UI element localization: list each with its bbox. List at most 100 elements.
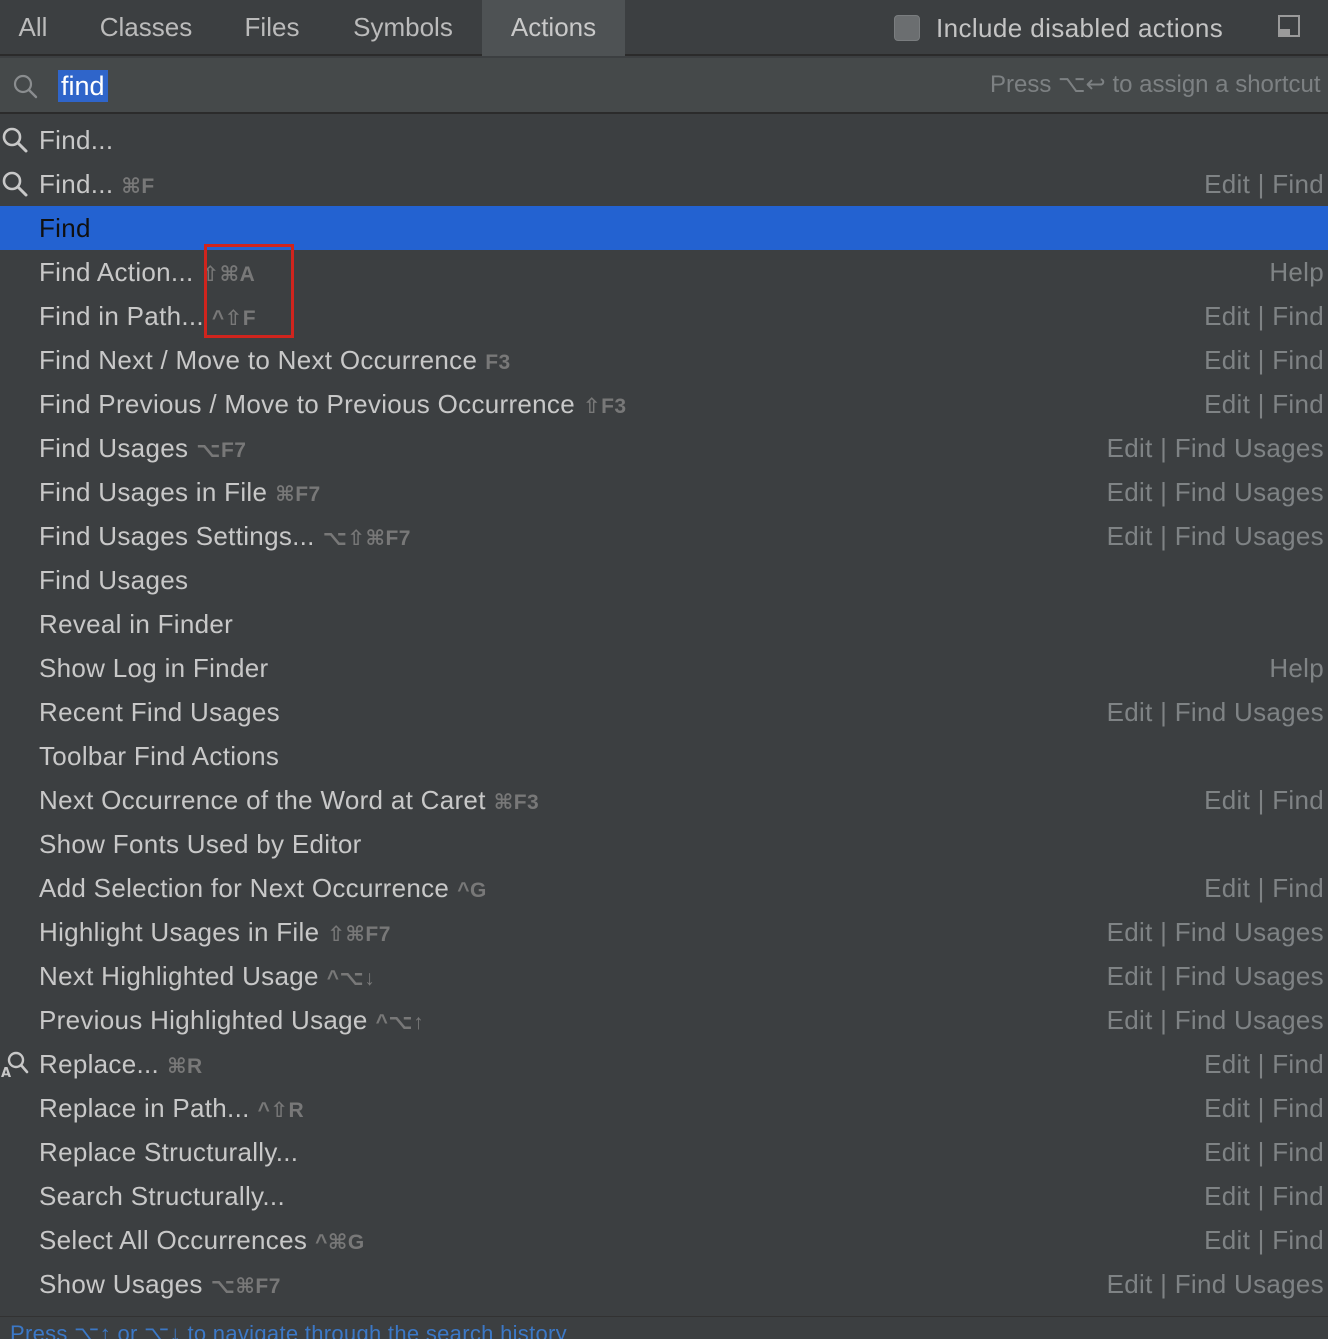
result-group: Edit | Find bbox=[1204, 301, 1324, 331]
result-name: Recent Find Usages bbox=[39, 697, 280, 727]
result-name: Find Next / Move to Next Occurrence bbox=[39, 345, 478, 375]
result-main: Select All Occurrences ^⌘G bbox=[39, 1218, 365, 1262]
search-icon bbox=[1, 170, 29, 198]
result-shortcut: ^⌥↑ bbox=[375, 1011, 425, 1034]
result-name: Highlight Usages in File bbox=[39, 917, 320, 947]
result-main: Search Structurally... bbox=[39, 1174, 285, 1218]
result-main: Show Usages ⌥⌘F7 bbox=[39, 1262, 281, 1306]
result-row[interactable]: Next Highlighted Usage ^⌥↓ Edit | Find Usa… bbox=[0, 954, 1328, 998]
tab-files[interactable]: Files bbox=[228, 0, 316, 56]
result-group: Edit | Find Usages bbox=[1106, 961, 1324, 991]
result-row[interactable]: Find Action... ⇧⌘A Help bbox=[0, 250, 1328, 294]
result-name: Find... bbox=[39, 169, 114, 199]
result-row[interactable]: Find Usages ⌥F7 Edit | Find Usages bbox=[0, 426, 1328, 470]
result-name: Select All Occurrences bbox=[39, 1225, 308, 1255]
result-main: Find Action... ⇧⌘A bbox=[39, 250, 255, 294]
search-icon bbox=[13, 74, 38, 99]
result-group: Edit | Find bbox=[1204, 1093, 1324, 1123]
result-row[interactable]: Find Usages bbox=[0, 558, 1328, 602]
footer: Press ⌥↑ or ⌥↓ to navigate through the s… bbox=[0, 1316, 1328, 1339]
result-main: Find... bbox=[39, 118, 113, 162]
result-shortcut: ⌥⇧⌘F7 bbox=[322, 527, 411, 550]
result-row[interactable]: Find bbox=[0, 206, 1328, 250]
result-group: Help bbox=[1269, 257, 1324, 287]
result-name: Find Usages in File bbox=[39, 477, 268, 507]
result-name: Previous Highlighted Usage bbox=[39, 1005, 368, 1035]
result-group: Edit | Find bbox=[1204, 1137, 1324, 1167]
result-shortcut: ⌘F7 bbox=[275, 483, 321, 506]
search-row: find Press ⌥↩ to assign a shortcut bbox=[0, 58, 1328, 114]
result-main: Find Previous / Move to Previous Occurre… bbox=[39, 382, 627, 426]
include-disabled-option[interactable]: Include disabled actions bbox=[894, 0, 1223, 56]
result-name: Add Selection for Next Occurrence bbox=[39, 873, 450, 903]
result-group: Edit | Find Usages bbox=[1106, 433, 1324, 463]
result-name: Find Action... bbox=[39, 257, 194, 287]
result-name: Find bbox=[39, 213, 91, 243]
result-name: Replace Structurally... bbox=[39, 1137, 299, 1167]
result-main: Next Occurrence of the Word at Caret ⌘F3 bbox=[39, 778, 539, 822]
result-main: Find... ⌘F bbox=[39, 162, 155, 206]
tab-actions[interactable]: Actions bbox=[482, 0, 625, 56]
result-row[interactable]: Replace Structurally... Edit | Find bbox=[0, 1130, 1328, 1174]
result-row[interactable]: Previous Highlighted Usage ^⌥↑ Edit | Find… bbox=[0, 998, 1328, 1042]
result-row[interactable]: Replace in Path... ^⇧R Edit | Find bbox=[0, 1086, 1328, 1130]
result-main: Find Usages bbox=[39, 558, 188, 602]
result-name: Find Usages bbox=[39, 565, 189, 595]
result-shortcut: ⇧F3 bbox=[583, 395, 627, 418]
tab-all[interactable]: All bbox=[0, 0, 66, 56]
result-name: Replace in Path... bbox=[39, 1093, 250, 1123]
result-name: Toolbar Find Actions bbox=[39, 741, 280, 771]
result-row[interactable]: Recent Find Usages Edit | Find Usages bbox=[0, 690, 1328, 734]
result-main: Next Highlighted Usage ^⌥↓ bbox=[39, 954, 375, 998]
result-main: Replace Structurally... bbox=[39, 1130, 298, 1174]
result-group: Edit | Find bbox=[1204, 389, 1324, 419]
result-shortcut: ⌘R bbox=[167, 1055, 203, 1078]
result-group: Edit | Find bbox=[1204, 873, 1324, 903]
preview-panel-icon[interactable] bbox=[1278, 15, 1300, 37]
assign-shortcut-hint: Press ⌥↩ to assign a shortcut bbox=[990, 71, 1321, 98]
result-shortcut: ⌥F7 bbox=[196, 439, 247, 462]
result-name: Reveal in Finder bbox=[39, 609, 234, 639]
result-shortcut: ^⌘G bbox=[315, 1231, 365, 1254]
tab-symbols[interactable]: Symbols bbox=[330, 0, 476, 56]
result-row[interactable]: A Replace... ⌘R Edit | Find bbox=[0, 1042, 1328, 1086]
result-shortcut: ⇧⌘A bbox=[201, 263, 256, 286]
result-name: Find Usages bbox=[39, 433, 189, 463]
tab-classes[interactable]: Classes bbox=[80, 0, 212, 56]
result-row[interactable]: Highlight Usages in File ⇧⌘F7 Edit | Find … bbox=[0, 910, 1328, 954]
result-group: Edit | Find bbox=[1204, 345, 1324, 375]
result-row[interactable]: Find Previous / Move to Previous Occurre… bbox=[0, 382, 1328, 426]
result-group: Help bbox=[1269, 653, 1324, 683]
result-row[interactable]: Reveal in Finder bbox=[0, 602, 1328, 646]
result-row[interactable]: Next Occurrence of the Word at Caret ⌘F3 E… bbox=[0, 778, 1328, 822]
result-name: Next Highlighted Usage bbox=[39, 961, 319, 991]
result-row[interactable]: Find... ⌘F Edit | Find bbox=[0, 162, 1328, 206]
replace-icon: A bbox=[1, 1050, 29, 1081]
result-main: Highlight Usages in File ⇧⌘F7 bbox=[39, 910, 391, 954]
result-row[interactable]: Find... bbox=[0, 118, 1328, 162]
result-name: Find... bbox=[39, 125, 114, 155]
result-group: Edit | Find bbox=[1204, 1181, 1324, 1211]
result-row[interactable]: Toolbar Find Actions bbox=[0, 734, 1328, 778]
result-row[interactable]: Find Next / Move to Next Occurrence F3 Edi… bbox=[0, 338, 1328, 382]
search-input-value: find bbox=[58, 70, 108, 102]
result-row[interactable]: Show Log in Finder Help bbox=[0, 646, 1328, 690]
result-row[interactable]: Select All Occurrences ^⌘G Edit | Find bbox=[0, 1218, 1328, 1262]
include-disabled-checkbox[interactable] bbox=[894, 15, 920, 41]
footer-hint: Press ⌥↑ or ⌥↓ to navigate through the s… bbox=[10, 1321, 567, 1339]
result-row[interactable]: Find Usages in File ⌘F7 Edit | Find Usages bbox=[0, 470, 1328, 514]
result-group: Edit | Find Usages bbox=[1106, 521, 1324, 551]
result-row[interactable]: Search Structurally... Edit | Find bbox=[0, 1174, 1328, 1218]
result-row[interactable]: Show Fonts Used by Editor bbox=[0, 822, 1328, 866]
result-name: Replace... bbox=[39, 1049, 160, 1079]
result-row[interactable]: Add Selection for Next Occurrence ^G Edit … bbox=[0, 866, 1328, 910]
results-list: Find... Find... ⌘F Edit | Find Find Find Acti… bbox=[0, 118, 1328, 1316]
result-main: Previous Highlighted Usage ^⌥↑ bbox=[39, 998, 424, 1042]
result-group: Edit | Find Usages bbox=[1106, 917, 1324, 947]
svg-text:A: A bbox=[1, 1066, 11, 1078]
result-row[interactable]: Find Usages Settings... ⌥⇧⌘F7 Edit | Find … bbox=[0, 514, 1328, 558]
result-row[interactable]: Find in Path... ^⇧F Edit | Find bbox=[0, 294, 1328, 338]
result-name: Search Structurally... bbox=[39, 1181, 285, 1211]
search-input[interactable]: find bbox=[58, 68, 108, 104]
result-row[interactable]: Show Usages ⌥⌘F7 Edit | Find Usages bbox=[0, 1262, 1328, 1306]
